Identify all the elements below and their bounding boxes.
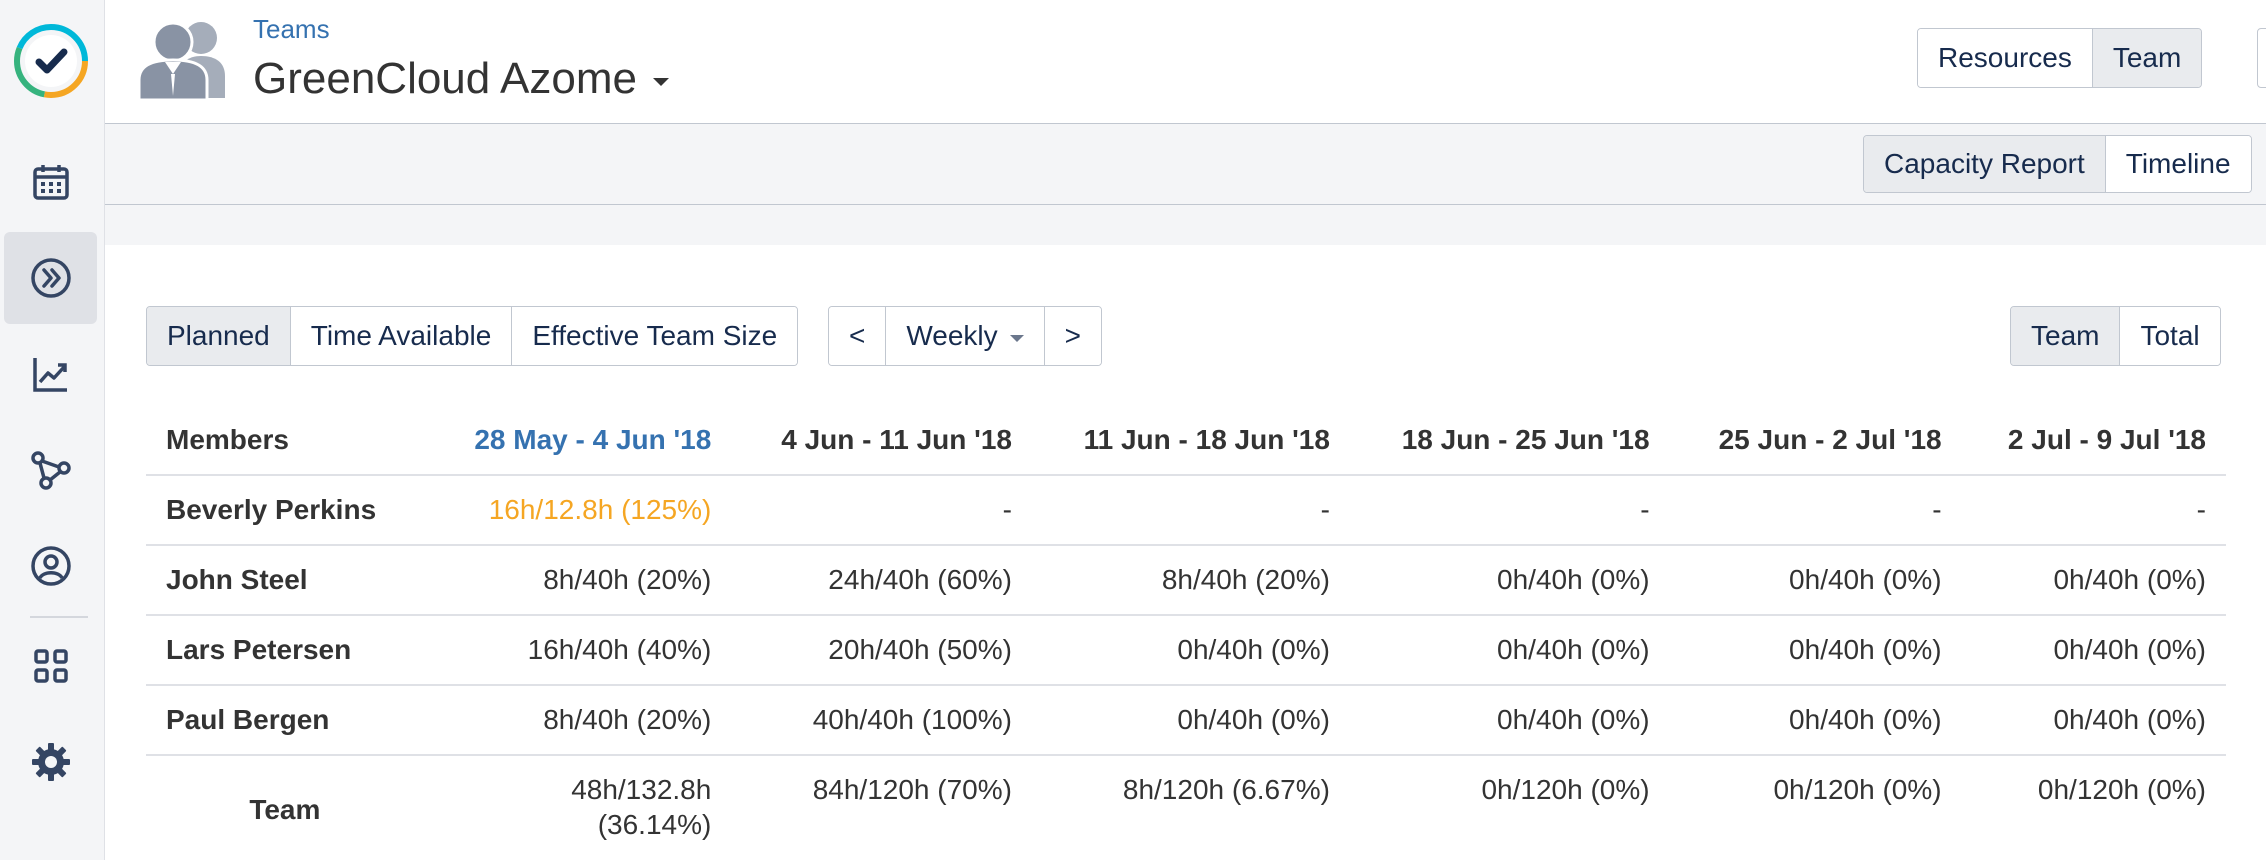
capacity-cell: 8h/40h (20%) — [423, 545, 732, 616]
sidebar-divider — [30, 616, 88, 618]
caret-down-icon — [653, 78, 669, 86]
page-header: Teams GreenCloud Azome Resources Team — [105, 0, 2266, 124]
app-logo-icon[interactable] — [14, 24, 88, 98]
sidebar-item-apps[interactable] — [4, 620, 97, 712]
capacity-cell: - — [1669, 475, 1962, 546]
effective-team-size-button[interactable]: Effective Team Size — [512, 307, 798, 365]
next-period-button[interactable]: > — [1044, 307, 1102, 365]
column-header-week[interactable]: 18 Jun - 25 Jun '18 — [1349, 405, 1670, 476]
table-row: Lars Petersen 16h/40h (40%) 20h/40h (50%… — [146, 615, 2226, 686]
calendar-icon — [32, 165, 69, 200]
period-label: Weekly — [906, 320, 998, 351]
column-header-members: Members — [146, 405, 424, 476]
capacity-cell: - — [1349, 475, 1670, 546]
period-dropdown[interactable]: Weekly — [886, 307, 1045, 365]
report-bar: Capacity Report Timeline — [105, 124, 2266, 204]
capacity-cell: 24h/40h (60%) — [731, 545, 1032, 616]
team-total-cell: 8h/120h (6.67%) — [1122, 774, 1330, 805]
resources-view-button[interactable]: Resources — [1918, 29, 2093, 87]
gear-icon — [31, 743, 70, 781]
team-total-row: Team 48h/132.8h (36.14%) 84h/120h (70%) 8… — [146, 755, 2226, 860]
sidebar-item-calendar[interactable] — [4, 136, 97, 228]
column-header-week[interactable]: 4 Jun - 11 Jun '18 — [731, 405, 1032, 476]
column-header-week[interactable]: 2 Jul - 9 Jul '18 — [1961, 405, 2226, 476]
member-name: Paul Bergen — [146, 685, 424, 756]
report-toggle: Capacity Report Timeline — [1863, 135, 2252, 193]
capacity-cell: - — [1961, 475, 2226, 546]
capacity-cell: 0h/40h (0%) — [1031, 685, 1350, 756]
trend-chart-icon — [32, 358, 67, 392]
page-title: GreenCloud Azome — [253, 54, 637, 103]
sidebar-item-settings[interactable] — [4, 716, 97, 808]
capacity-cell: 0h/40h (0%) — [1669, 685, 1962, 756]
metric-toggle: Planned Time Available Effective Team Si… — [146, 306, 799, 366]
team-view-button[interactable]: Team — [2092, 29, 2202, 87]
capacity-cell: 8h/40h (20%) — [1031, 545, 1350, 616]
capacity-cell: 0h/40h (0%) — [1031, 615, 1350, 686]
member-name: John Steel — [146, 545, 424, 616]
capacity-cell: 0h/40h (0%) — [1349, 545, 1670, 616]
member-name: Beverly Perkins — [146, 475, 424, 546]
column-header-week[interactable]: 28 May - 4 Jun '18 — [423, 405, 732, 476]
capacity-cell: 0h/40h (0%) — [1669, 615, 1962, 686]
table-row: John Steel 8h/40h (20%) 24h/40h (60%) 8h… — [146, 545, 2226, 616]
report-bar-band — [105, 204, 2266, 245]
apps-grid-icon — [33, 649, 68, 683]
capacity-cell: - — [1031, 475, 1350, 546]
column-header-week[interactable]: 11 Jun - 18 Jun '18 — [1031, 405, 1350, 476]
sidebar-item-people[interactable] — [4, 520, 97, 612]
capacity-cell: 0h/40h (0%) — [1669, 545, 1962, 616]
scope-total-button[interactable]: Total — [2120, 307, 2220, 365]
capacity-cell: 16h/12.8h (125%) — [423, 475, 732, 546]
capacity-cell: 20h/40h (50%) — [731, 615, 1032, 686]
scope-toggle: Team Total — [2010, 306, 2221, 366]
capacity-cell: 0h/40h (0%) — [1349, 615, 1670, 686]
team-selector[interactable]: GreenCloud Azome — [253, 54, 669, 104]
team-total-cell: 48h/132.8h (36.14%) — [571, 774, 712, 840]
column-header-week[interactable]: 25 Jun - 2 Jul '18 — [1669, 405, 1962, 476]
previous-period-button[interactable]: < — [829, 307, 887, 365]
time-available-button[interactable]: Time Available — [290, 307, 513, 365]
capacity-cell: 40h/40h (100%) — [731, 685, 1032, 756]
more-options-button[interactable] — [2257, 28, 2266, 88]
capacity-report-tab[interactable]: Capacity Report — [1864, 136, 2106, 192]
team-total-cell: 0h/120h (0%) — [2037, 774, 2206, 805]
capacity-cell: - — [731, 475, 1032, 546]
capacity-table: Members 28 May - 4 Jun '18 4 Jun - 11 Ju… — [146, 405, 2226, 860]
view-toggle: Resources Team — [1917, 28, 2203, 88]
sidebar-item-structure[interactable] — [4, 424, 97, 516]
team-total-cell: 0h/120h (0%) — [1773, 774, 1942, 805]
scope-team-button[interactable]: Team — [2011, 307, 2121, 365]
table-row: Beverly Perkins 16h/12.8h (125%) - - - -… — [146, 475, 2226, 546]
capacity-cell: 8h/40h (20%) — [423, 685, 732, 756]
network-icon — [30, 451, 71, 490]
team-total-cell: 0h/120h (0%) — [1481, 774, 1650, 805]
capacity-cell: 16h/40h (40%) — [423, 615, 732, 686]
table-header-row: Members 28 May - 4 Jun '18 4 Jun - 11 Ju… — [146, 405, 2226, 476]
team-avatar-icon — [135, 18, 235, 102]
chevron-down-icon — [1009, 334, 1024, 342]
double-chevron-right-icon — [30, 258, 71, 298]
capacity-cell: 0h/40h (0%) — [1961, 545, 2226, 616]
sidebar — [0, 0, 105, 860]
planned-button[interactable]: Planned — [147, 307, 291, 365]
team-total-label: Team — [249, 794, 321, 825]
capacity-cell: 0h/40h (0%) — [1961, 615, 2226, 686]
period-navigator: < Weekly > — [828, 306, 1103, 366]
breadcrumb-teams[interactable]: Teams — [253, 14, 330, 45]
timeline-tab[interactable]: Timeline — [2105, 136, 2251, 192]
table-row: Paul Bergen 8h/40h (20%) 40h/40h (100%) … — [146, 685, 2226, 756]
user-circle-icon — [30, 546, 71, 586]
sidebar-item-reports[interactable] — [4, 328, 97, 420]
sidebar-item-plans[interactable] — [4, 232, 97, 324]
team-total-cell: 84h/120h (70%) — [812, 774, 1012, 805]
member-name: Lars Petersen — [146, 615, 424, 686]
capacity-cell: 0h/40h (0%) — [1961, 685, 2226, 756]
capacity-cell: 0h/40h (0%) — [1349, 685, 1670, 756]
